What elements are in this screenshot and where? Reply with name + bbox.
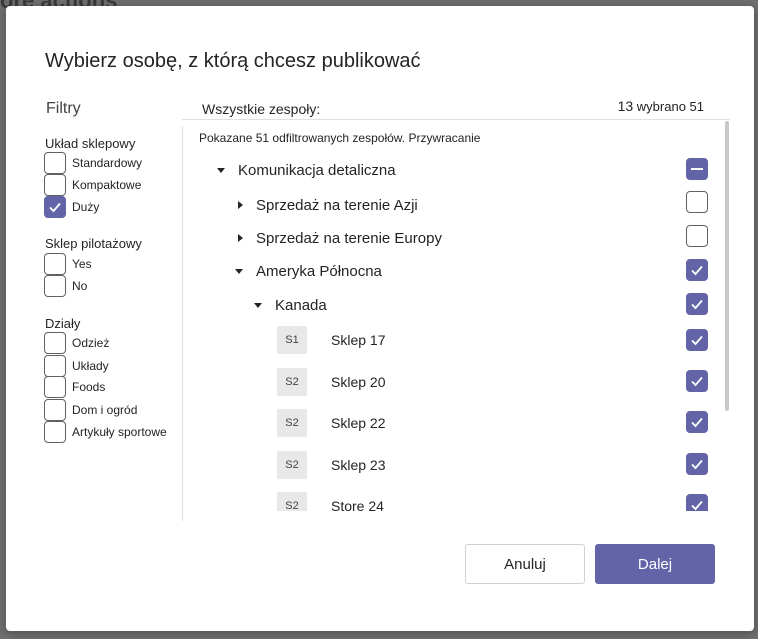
caret-down-icon[interactable] xyxy=(235,268,243,274)
tree-node-retail-communication[interactable]: Komunikacja detaliczna xyxy=(217,158,396,182)
caret-right-icon[interactable] xyxy=(238,234,243,242)
scrollbar-thumb[interactable] xyxy=(725,121,729,411)
store-avatar: S1 xyxy=(277,326,307,354)
checkbox-checked-icon[interactable] xyxy=(686,259,708,281)
publish-dialog: Wybierz osobę, z którą chcesz publikować… xyxy=(6,6,754,631)
store-label: Sklep 22 xyxy=(331,415,386,431)
tree-node-label: Sprzedaż na terenie Europy xyxy=(256,229,442,247)
tree-node-europe-sales[interactable]: Sprzedaż na terenie Europy xyxy=(238,226,442,250)
tree-node-label: Komunikacja detaliczna xyxy=(238,161,396,179)
store-avatar: S2 xyxy=(277,368,307,396)
store-label: Sklep 20 xyxy=(331,374,386,390)
store-row[interactable]: S2 Sklep 20 xyxy=(277,367,385,397)
tree-node-canada[interactable]: Kanada xyxy=(254,293,327,317)
tree-node-label: Ameryka Północna xyxy=(256,262,382,280)
checkbox-checked-icon[interactable] xyxy=(686,370,708,392)
tree-node-north-america[interactable]: Ameryka Północna xyxy=(235,259,382,283)
caret-down-icon[interactable] xyxy=(254,302,262,308)
store-row[interactable]: S2 Sklep 22 xyxy=(277,408,385,438)
caret-right-icon[interactable] xyxy=(238,201,243,209)
store-row[interactable]: S2 Store 24 xyxy=(277,491,384,511)
store-label: Sklep 23 xyxy=(331,457,386,473)
store-avatar: S2 xyxy=(277,409,307,437)
tree-node-label: Kanada xyxy=(275,296,327,314)
checkbox-checked-icon[interactable] xyxy=(686,411,708,433)
checkbox-checked-icon[interactable] xyxy=(686,329,708,351)
store-row[interactable]: S2 Sklep 23 xyxy=(277,450,385,480)
store-label: Sklep 17 xyxy=(331,332,386,348)
store-avatar: S2 xyxy=(277,451,307,479)
checkbox-icon[interactable] xyxy=(686,225,708,247)
checkbox-checked-icon[interactable] xyxy=(686,293,708,315)
checkbox-icon[interactable] xyxy=(686,191,708,213)
checkbox-checked-icon[interactable] xyxy=(686,453,708,475)
store-avatar: S2 xyxy=(277,492,307,511)
partial-checkbox-icon[interactable] xyxy=(686,158,708,180)
cancel-button[interactable]: Anuluj xyxy=(465,544,585,584)
team-tree: Komunikacja detaliczna Sprzedaż na teren… xyxy=(6,6,754,511)
store-label: Store 24 xyxy=(331,498,384,511)
tree-node-label: Sprzedaż na terenie Azji xyxy=(256,196,418,214)
tree-node-asia-sales[interactable]: Sprzedaż na terenie Azji xyxy=(238,193,418,217)
checkbox-checked-icon[interactable] xyxy=(686,494,708,511)
caret-down-icon[interactable] xyxy=(217,167,225,173)
next-button[interactable]: Dalej xyxy=(595,544,715,584)
store-row[interactable]: S1 Sklep 17 xyxy=(277,325,385,355)
